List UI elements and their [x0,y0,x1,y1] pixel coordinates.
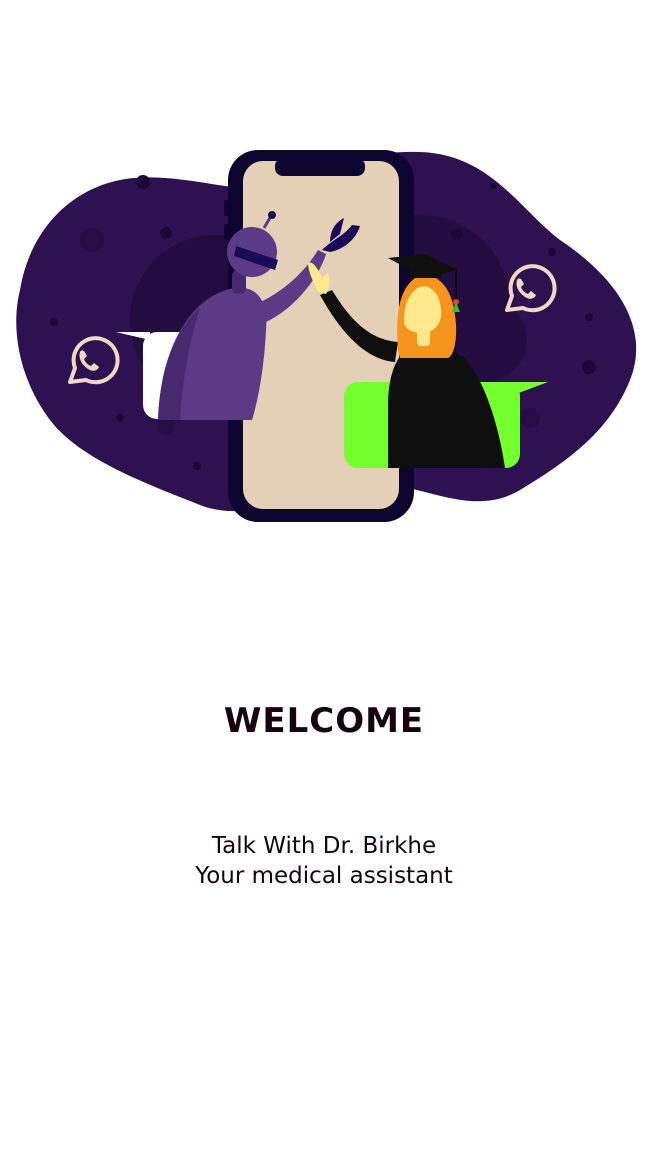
welcome-illustration [0,130,648,540]
subtitle-line-2: Your medical assistant [195,863,453,889]
subtitle-line-1: Talk With Dr. Birkhe [211,833,437,859]
welcome-subtitle: Talk With Dr. Birkhe Your medical assist… [0,831,648,891]
welcome-title: WELCOME [223,701,425,741]
